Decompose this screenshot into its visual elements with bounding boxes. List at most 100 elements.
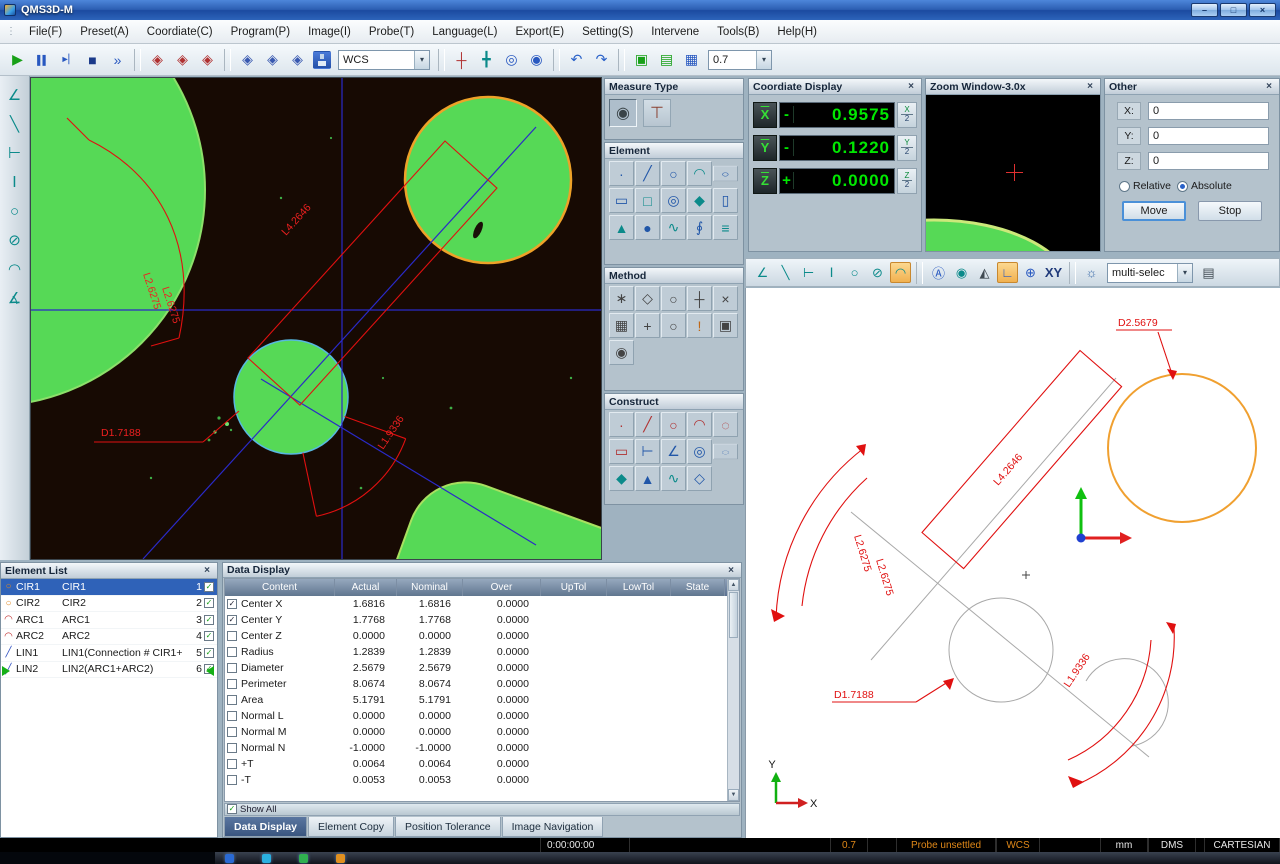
data-row-perimeter[interactable]: Perimeter8.06748.06740.0000 xyxy=(225,676,739,692)
tab-position-tolerance[interactable]: Position Tolerance xyxy=(395,817,501,837)
method-image-button[interactable]: ▣ xyxy=(713,313,738,338)
construct-oval-button[interactable]: ◌ xyxy=(713,444,738,460)
element-square-button[interactable]: □ xyxy=(635,188,660,213)
element-list-row-cir2[interactable]: ○CIR2CIR22✓ xyxy=(1,596,217,613)
data-row-center-z[interactable]: Center Z0.00000.00000.0000 xyxy=(225,628,739,644)
column-header-state[interactable]: State xyxy=(671,579,725,596)
measure-height-button[interactable]: Ⅰ xyxy=(4,171,26,193)
tab-element-copy[interactable]: Element Copy xyxy=(308,817,394,837)
data-row-normal-l[interactable]: Normal L0.00000.00000.0000 xyxy=(225,708,739,724)
menu-item-image-i[interactable]: Image(I) xyxy=(299,23,360,41)
column-header-over[interactable]: Over xyxy=(463,579,541,596)
cad-axis-button[interactable]: ∟ xyxy=(997,262,1018,283)
row-checkbox[interactable] xyxy=(227,759,237,769)
row-checkbox[interactable]: ✓ xyxy=(227,615,237,625)
taskbar-app-2[interactable] xyxy=(262,854,271,863)
construct-point-button[interactable]: ∙ xyxy=(609,412,634,437)
method-auto-button[interactable]: ◉ xyxy=(609,340,634,365)
save-icon[interactable] xyxy=(313,51,331,69)
element-list-row-cir1[interactable]: ○CIR1CIR11✓ xyxy=(1,579,217,596)
data-row-area[interactable]: Area5.17915.17910.0000 xyxy=(225,692,739,708)
tab-data-display[interactable]: Data Display xyxy=(224,817,307,837)
element-visible-checkbox[interactable]: ✓ xyxy=(204,615,214,625)
method-exclaim-button[interactable]: ! xyxy=(687,313,712,338)
chevron-down-icon[interactable]: ▾ xyxy=(1177,264,1192,282)
method-diamond-button[interactable]: ◇ xyxy=(635,286,660,311)
half-y-button[interactable]: Y2 xyxy=(897,135,917,161)
data-row-radius[interactable]: Radius1.28391.28390.0000 xyxy=(225,644,739,660)
data-table-scrollbar[interactable]: ▲ ▼ xyxy=(727,579,739,801)
zoom-view[interactable] xyxy=(926,95,1100,251)
element-point-button[interactable]: ∙ xyxy=(609,161,634,186)
element-visible-checkbox[interactable]: ✓ xyxy=(204,598,214,608)
measure-angle2-button[interactable]: ∡ xyxy=(4,287,26,309)
scrollbar-track[interactable] xyxy=(728,639,739,789)
element-cone-button[interactable]: ▲ xyxy=(609,215,634,240)
data-display-close-icon[interactable]: × xyxy=(725,565,737,576)
magnification-combo[interactable]: 0.7▾ xyxy=(708,50,772,70)
element-visible-checkbox[interactable]: ✓ xyxy=(204,648,214,658)
move-button[interactable]: Move xyxy=(1122,201,1186,221)
measure-concentric-button[interactable]: ⊘ xyxy=(4,229,26,251)
set-zero-x-button[interactable]: ◈ xyxy=(236,48,259,71)
pause-button[interactable]: ▌▌ xyxy=(31,48,54,71)
scrollbar-thumb[interactable] xyxy=(729,592,738,638)
measure-arc-button[interactable]: ◠ xyxy=(4,258,26,280)
measure-angle-button[interactable]: ∠ xyxy=(4,84,26,106)
menu-item-intervene[interactable]: Intervene xyxy=(642,23,708,41)
radio-relative[interactable]: Relative xyxy=(1119,180,1171,192)
menu-item-export-e[interactable]: Export(E) xyxy=(507,23,574,41)
cad-measure-concentric-button[interactable]: ⊘ xyxy=(867,262,888,283)
other-input-y[interactable]: 0 xyxy=(1148,127,1269,145)
menu-item-file-f[interactable]: File(F) xyxy=(20,23,71,41)
crosshair-icon[interactable]: ┼ xyxy=(450,48,473,71)
construct-angle-button[interactable]: ∠ xyxy=(661,439,686,464)
cad-view[interactable]: D2.5679 L4.2646 L2.6275 L2.6275 L1.9336 … xyxy=(746,288,1279,836)
cad-measure-arc-button[interactable]: ◠ xyxy=(890,262,911,283)
menu-item-probe-t[interactable]: Probe(T) xyxy=(360,23,423,41)
tab-image-navigation[interactable]: Image Navigation xyxy=(502,817,604,837)
target-icon[interactable]: ◎ xyxy=(500,48,523,71)
element-sphere-button[interactable]: ● xyxy=(635,215,660,240)
camera-view[interactable]: L2.6275 L2.6275 L4.2646 L1.9336 D1.7188 xyxy=(31,78,601,559)
element-arc-button[interactable]: ◠ xyxy=(687,161,712,186)
chevron-down-icon[interactable]: ▾ xyxy=(756,51,771,69)
construct-ellipse-button[interactable]: ◌ xyxy=(713,412,738,437)
row-checkbox[interactable] xyxy=(227,695,237,705)
camera-view-panel[interactable]: L2.6275 L2.6275 L4.2646 L1.9336 D1.7188 xyxy=(30,77,602,560)
step-button[interactable]: ►▏ xyxy=(56,48,79,71)
element-polyline-button[interactable]: ≡ xyxy=(713,215,738,240)
element-curve-button[interactable]: ∿ xyxy=(661,215,686,240)
cad-measure-angle-button[interactable]: ∠ xyxy=(752,262,773,283)
radio-absolute[interactable]: Absolute xyxy=(1177,180,1232,192)
construct-ring-button[interactable]: ◎ xyxy=(687,439,712,464)
row-checkbox[interactable] xyxy=(227,631,237,641)
method-scatter-button[interactable]: × xyxy=(713,286,738,311)
element-visible-checkbox[interactable]: ✓ xyxy=(204,582,214,592)
set-zero-z-button[interactable]: ◈ xyxy=(286,48,309,71)
coordinate-display-close-icon[interactable]: × xyxy=(905,81,917,92)
menu-item-language-l[interactable]: Language(L) xyxy=(423,23,506,41)
method-ring-button[interactable]: ○ xyxy=(661,313,686,338)
menu-item-help-h[interactable]: Help(H) xyxy=(768,23,826,41)
row-checkbox[interactable] xyxy=(227,743,237,753)
element-list-row-lin2[interactable]: ╱LIN2LIN2(ARC1+ARC2)6✓ xyxy=(1,662,217,679)
construct-diamond-button[interactable]: ◆ xyxy=(609,466,634,491)
undo-button[interactable]: ↶ xyxy=(565,48,588,71)
xy-plane-icon[interactable]: XY xyxy=(1043,262,1064,283)
column-header-nominal[interactable]: Nominal xyxy=(397,579,463,596)
row-checkbox[interactable] xyxy=(227,679,237,689)
row-checkbox[interactable]: ✓ xyxy=(227,599,237,609)
data-row-t[interactable]: +T0.00640.00640.0000 xyxy=(225,756,739,772)
probe-measure-icon[interactable]: ⊤ xyxy=(643,99,671,127)
data-row-diameter[interactable]: Diameter2.56792.56790.0000 xyxy=(225,660,739,676)
column-header-actual[interactable]: Actual xyxy=(335,579,397,596)
element-closed-curve-button[interactable]: ∮ xyxy=(687,215,712,240)
construct-distance-button[interactable]: ⊢ xyxy=(635,439,660,464)
goto-origin-x-button[interactable]: ◈ xyxy=(146,48,169,71)
method-point-cloud-button[interactable]: ∗ xyxy=(609,286,634,311)
construct-line-button[interactable]: ╱ xyxy=(635,412,660,437)
taskbar[interactable] xyxy=(0,852,1280,864)
show-all-bar[interactable]: ✓ Show All xyxy=(224,803,740,816)
redo-button[interactable]: ↷ xyxy=(590,48,613,71)
